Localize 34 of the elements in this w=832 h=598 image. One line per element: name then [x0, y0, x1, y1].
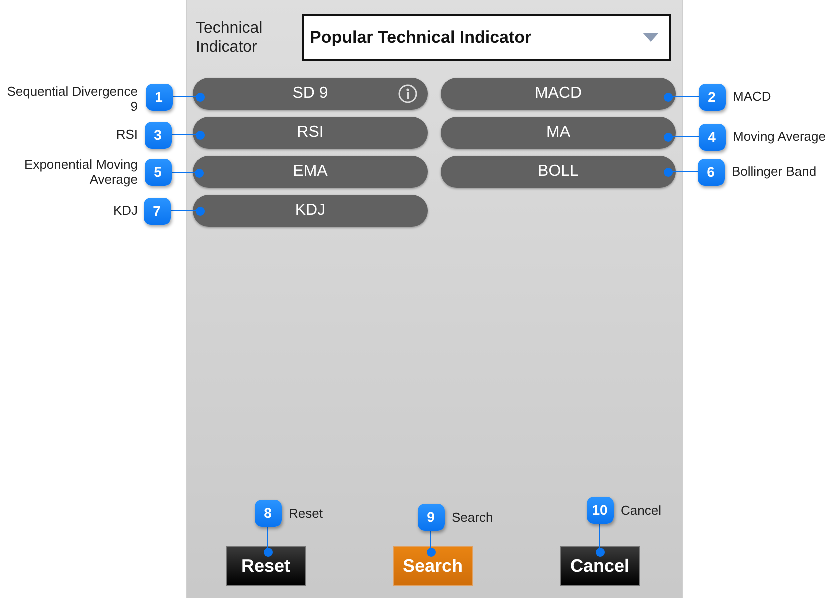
- number-badge: 5: [144, 158, 172, 186]
- indicator-button[interactable]: EMA: [193, 156, 428, 188]
- info-icon[interactable]: [398, 84, 418, 104]
- indicator-button[interactable]: RSI: [193, 117, 428, 149]
- callout-label: Cancel: [621, 503, 662, 518]
- callout-label: Exponential Moving Average: [24, 157, 138, 187]
- indicator-button[interactable]: MA: [441, 117, 676, 149]
- field-label: Technical Indicator: [196, 18, 264, 56]
- dropdown-arrow-icon: [643, 33, 659, 42]
- callout-label: Bollinger Band: [732, 164, 817, 179]
- callout-label: KDJ: [112, 203, 138, 218]
- callout-label: Search: [452, 510, 494, 525]
- callout-label: Reset: [289, 506, 323, 521]
- number-badge: 2: [698, 84, 726, 110]
- callout-label: Sequential Divergence 9: [6, 84, 138, 114]
- indicator-button[interactable]: SD 9: [193, 78, 428, 110]
- callout-label: RSI: [115, 127, 138, 142]
- search-button[interactable]: Search: [393, 546, 473, 586]
- number-badge: 7: [144, 198, 170, 224]
- number-badge: 8: [254, 500, 282, 526]
- dropdown[interactable]: Popular Technical Indicator: [302, 14, 671, 61]
- action-button[interactable]: Reset: [226, 546, 306, 586]
- callout-label: MACD: [733, 89, 772, 104]
- action-button[interactable]: Cancel: [560, 546, 640, 586]
- indicator-button[interactable]: BOLL: [441, 156, 676, 188]
- indicator-button[interactable]: KDJ: [193, 195, 428, 227]
- number-badge: 10: [586, 496, 614, 524]
- number-badge: 1: [146, 84, 172, 110]
- callout-label: Moving Average: [733, 129, 826, 144]
- number-badge: 6: [698, 158, 724, 186]
- number-badge: 4: [698, 124, 726, 150]
- indicator-button[interactable]: MACD: [441, 78, 676, 110]
- number-badge: 3: [144, 122, 172, 148]
- number-badge: 9: [418, 504, 444, 530]
